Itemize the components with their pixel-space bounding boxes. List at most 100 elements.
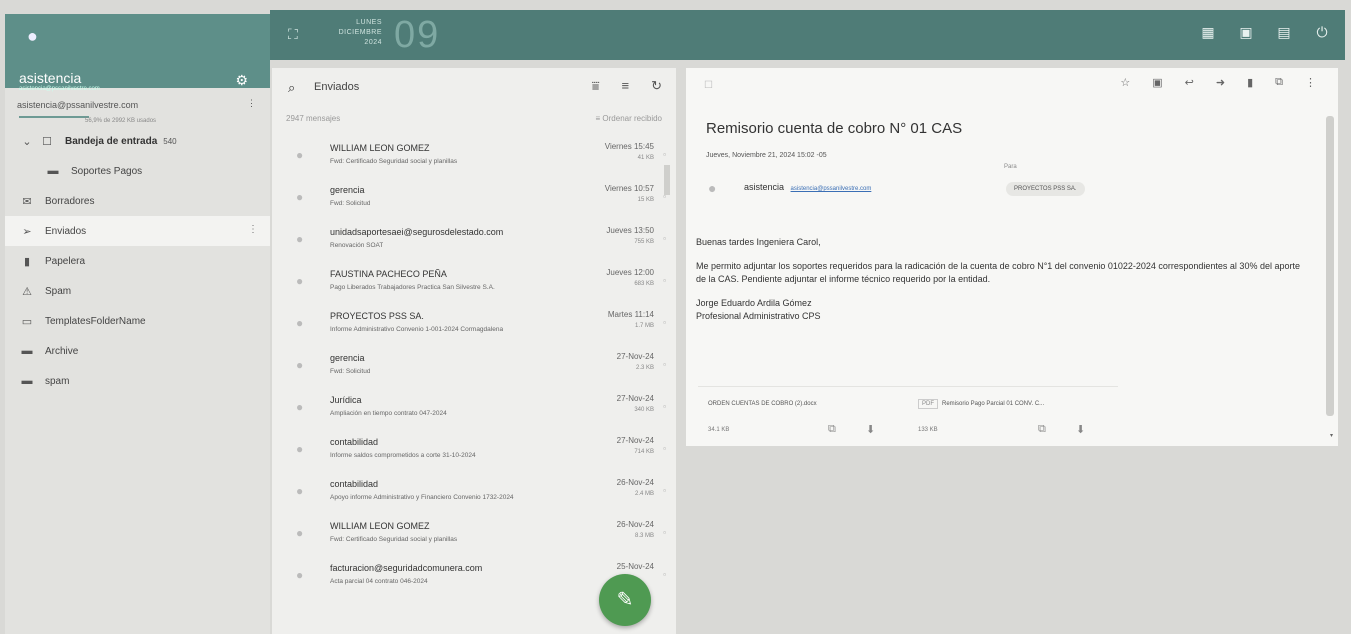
download-icon[interactable]: ⬇ xyxy=(866,423,875,436)
message-size: 1.7 MB xyxy=(634,323,654,329)
folder-label: spam xyxy=(45,375,70,387)
folder-borradores[interactable]: ✉ Borradores xyxy=(5,186,270,216)
logout-icon[interactable]: ⏻ xyxy=(1313,24,1331,41)
sort-icon[interactable]: ≡ xyxy=(622,78,630,94)
unread-dot-icon[interactable]: ▫ xyxy=(663,570,666,579)
open-external-icon[interactable]: ⧉ xyxy=(828,423,836,436)
message-date: Martes 11:14 xyxy=(607,310,654,319)
unread-dot-icon[interactable]: ▫ xyxy=(663,402,666,411)
star-icon[interactable]: ☆ xyxy=(1120,76,1130,89)
download-icon[interactable]: ⬇ xyxy=(1076,423,1085,436)
open-external-icon[interactable]: ⧉ xyxy=(1275,76,1283,89)
folder-soportes-pagos[interactable]: ▬ Soportes Pagos xyxy=(5,156,270,186)
trash-icon[interactable]: ▮ xyxy=(1247,76,1253,89)
filter-icon[interactable]: ⩸ xyxy=(592,78,600,94)
more-vert-icon[interactable]: ⋮ xyxy=(1305,76,1316,89)
unread-dot-icon[interactable]: ▫ xyxy=(663,150,666,159)
message-date: 27-Nov-24 xyxy=(616,352,654,361)
message-row[interactable]: ● contabilidad Informe saldos comprometido… xyxy=(272,428,676,470)
month-label: DICIEMBRE xyxy=(338,29,382,36)
message-row[interactable]: ● PROYECTOS PSS SA. Informe Administrativo… xyxy=(272,302,676,344)
reading-pane: ☐ ☆ ▣ ↩ ➜ ▮ ⧉ ⋮ Remisorio cuenta de cobr… xyxy=(686,68,1338,446)
attachment-name: PDF Remisorio Pago Parcial 01 CONV. C... xyxy=(918,399,1044,409)
body-paragraph: Me permito adjuntar los soportes requeri… xyxy=(696,261,1300,284)
folder-templates[interactable]: ▭ TemplatesFolderName xyxy=(5,306,270,336)
message-size: 683 KB xyxy=(634,281,654,287)
select-checkbox[interactable]: ☐ xyxy=(704,80,713,91)
gear-icon[interactable]: ⚙ xyxy=(235,72,248,89)
message-size: 8.3 MB xyxy=(634,533,654,539)
folder-enviados[interactable]: ➢ Enviados ⋮ xyxy=(5,216,270,246)
refresh-icon[interactable]: ↻ xyxy=(651,78,662,94)
unread-dot-icon[interactable]: ▫ xyxy=(663,528,666,537)
unread-dot-icon[interactable]: ▫ xyxy=(663,486,666,495)
message-date: 26-Nov-24 xyxy=(616,478,654,487)
message-row[interactable]: ● WILLIAM LEON GOMEZ Fwd: Certificado Segu… xyxy=(272,134,676,176)
contact-avatar-icon: ● xyxy=(296,442,304,456)
settings-icon[interactable]: ▤ xyxy=(1275,24,1293,41)
folder-label: Enviados xyxy=(45,225,87,237)
message-row[interactable]: ● gerencia Fwd: Solicitud 27-Nov-24 2.3 KB ▫ xyxy=(272,344,676,386)
user-avatar-icon: ● xyxy=(27,26,38,46)
scroll-down-icon[interactable]: ▾ xyxy=(1330,432,1333,439)
recipient-chip[interactable]: PROYECTOS PSS SA. xyxy=(1006,182,1085,196)
message-row[interactable]: ● gerencia Fwd: Solicitud Viernes 10:57 15 K… xyxy=(272,176,676,218)
weekday-label: LUNES xyxy=(356,19,382,26)
folder-papelera[interactable]: ▮ Papelera xyxy=(5,246,270,276)
search-icon[interactable]: ⌕ xyxy=(288,80,295,96)
unread-dot-icon[interactable]: ▫ xyxy=(663,360,666,369)
quota-text: 56,9% de 2992 KB usados xyxy=(85,118,157,124)
list-scrollbar[interactable] xyxy=(664,165,670,195)
folder-archive[interactable]: ▬ Archive xyxy=(5,336,270,366)
year-label: 2024 xyxy=(364,39,382,46)
greeting: Buenas tardes Ingeniera Carol, xyxy=(696,237,821,247)
compose-button[interactable]: ✎ xyxy=(599,574,651,626)
contact-avatar-icon: ● xyxy=(296,358,304,372)
chevron-down-icon[interactable]: ⌄ xyxy=(19,135,35,148)
message-row[interactable]: ● WILLIAM LEON GOMEZ Fwd: Certificado Segu… xyxy=(272,512,676,554)
reply-icon[interactable]: ↩ xyxy=(1185,76,1194,89)
message-date: Viernes 10:57 xyxy=(604,184,654,193)
folder-label: Spam xyxy=(45,285,72,297)
folder-inbox[interactable]: ⌄ ☐ Bandeja de entrada 540 xyxy=(5,126,270,156)
message-date: 26-Nov-24 xyxy=(616,520,654,529)
label-icon[interactable]: ▣ xyxy=(1152,76,1162,89)
message-row[interactable]: ● FAUSTINA PACHECO PEÑA Pago Liberados Tra… xyxy=(272,260,676,302)
unread-dot-icon[interactable]: ▫ xyxy=(663,318,666,327)
message-date: Jueves 12:00 xyxy=(606,268,654,277)
message-toolbar: ☆ ▣ ↩ ➜ ▮ ⧉ ⋮ xyxy=(1120,76,1316,89)
folder-spam[interactable]: ⚠ Spam xyxy=(5,276,270,306)
attachment-card[interactable]: ORDEN CUENTAS DE COBRO (2).docx 34.1 KB … xyxy=(698,386,908,446)
folder-spam-lower[interactable]: ▬ spam xyxy=(5,366,270,396)
unread-dot-icon[interactable]: ▫ xyxy=(663,444,666,453)
unread-dot-icon[interactable]: ▫ xyxy=(663,234,666,243)
message-row[interactable]: ● contabilidad Apoyo informe Administrativ… xyxy=(272,470,676,512)
pdf-tag: PDF xyxy=(918,399,938,409)
list-subheader: 2947 mensajes ≡ Ordenar recibido xyxy=(272,108,676,134)
list-actions: ⩸ ≡ ↻ xyxy=(592,78,662,94)
sender-email-link[interactable]: asistencia@pssanilvestre.com xyxy=(791,186,872,192)
message-subject: Renovación SOAT xyxy=(330,242,384,249)
more-vert-icon[interactable]: ⋮ xyxy=(247,98,256,109)
message-row[interactable]: ● Jurídica Ampliación en tiempo contrato 0… xyxy=(272,386,676,428)
sender-avatar-icon: ● xyxy=(708,180,717,196)
sender-name: asistencia xyxy=(744,182,785,192)
unread-dot-icon[interactable]: ▫ xyxy=(663,276,666,285)
account-address: asistencia@pssanilvestre.com xyxy=(17,100,139,110)
contacts-icon[interactable]: ▣ xyxy=(1237,24,1255,41)
reader-scrollbar[interactable] xyxy=(1326,116,1334,416)
account-selector[interactable]: asistencia@pssanilvestre.com ⋮ 56,9% de … xyxy=(5,88,270,126)
message-size: 2.3 KB xyxy=(635,365,654,371)
calendar-icon[interactable]: ▦ xyxy=(1199,24,1217,41)
sort-selector[interactable]: ≡ Ordenar recibido xyxy=(596,114,662,123)
more-vert-icon[interactable]: ⋮ xyxy=(248,224,258,235)
message-subject: Fwd: Solicitud xyxy=(330,200,371,207)
forward-icon[interactable]: ➜ xyxy=(1216,76,1225,89)
list-title[interactable]: Enviados xyxy=(314,81,359,93)
attachment-card[interactable]: PDF Remisorio Pago Parcial 01 CONV. C... … xyxy=(908,386,1118,446)
message-row[interactable]: ● unidadsaportesaei@segurosdelestado.com R… xyxy=(272,218,676,260)
fullscreen-icon[interactable]: ⛶ xyxy=(288,26,298,43)
message-from: PROYECTOS PSS SA. xyxy=(330,311,424,321)
message-size: 2.4 MB xyxy=(634,491,654,497)
open-external-icon[interactable]: ⧉ xyxy=(1038,423,1046,436)
